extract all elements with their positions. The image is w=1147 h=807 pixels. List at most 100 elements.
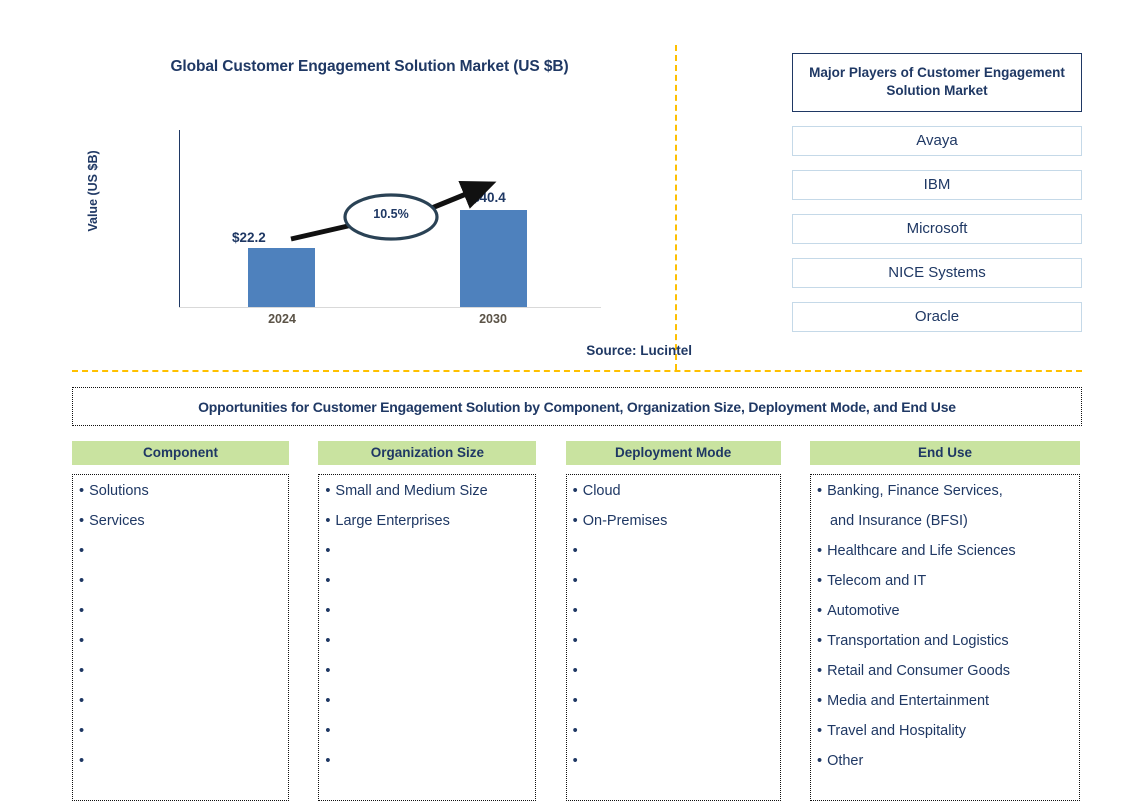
opportunity-column-organization-size: Organization Size • Small and Medium Size… (318, 441, 537, 801)
major-players-panel: Major Players of Customer Engagement Sol… (792, 53, 1082, 333)
bullet-item-empty: • (572, 693, 774, 724)
bullet-item: • Large Enterprises (325, 513, 529, 544)
bullet-label: Telecom and IT (827, 573, 927, 589)
bullet-dot-icon: • (572, 603, 578, 619)
bullet-item-empty: • (572, 543, 774, 574)
bullet-dot-icon: • (816, 663, 823, 679)
chart-plot-area: Value (US $B) $22.2 $40.4 2024 2030 10.5… (72, 100, 667, 330)
bullet-item: • Travel and Hospitality (816, 723, 1073, 754)
bullet-item: and Insurance (BFSI) (817, 513, 1073, 544)
bullet-dot-icon: • (325, 513, 331, 529)
bullet-label: Travel and Hospitality (827, 723, 966, 739)
bullet-item-empty: • (572, 723, 774, 754)
column-header: Organization Size (318, 441, 537, 465)
bullet-item: • Banking, Finance Services, (817, 483, 1073, 514)
bullet-item-empty: • (572, 573, 774, 604)
bullet-dot-icon: • (816, 543, 823, 559)
column-body: • Solutions • Services • • • • • • • • (72, 474, 289, 801)
bullet-item-empty: • (325, 723, 529, 754)
bullet-item: • Healthcare and Life Sciences (816, 543, 1073, 574)
bullet-dot-icon: • (325, 573, 331, 589)
bullet-item: • Retail and Consumer Goods (816, 663, 1073, 694)
bullet-label: Transportation and Logistics (827, 633, 1009, 649)
major-players-header: Major Players of Customer Engagement Sol… (792, 53, 1082, 113)
bullet-dot-icon: • (572, 753, 578, 769)
bullet-label: Large Enterprises (335, 513, 450, 529)
bullet-dot-icon: • (79, 513, 85, 529)
opportunities-title: Opportunities for Customer Engagement So… (198, 398, 956, 415)
bullet-dot-icon: • (816, 753, 823, 769)
market-size-chart-panel: Global Customer Engagement Solution Mark… (72, 45, 692, 365)
bullet-dot-icon: • (79, 573, 85, 589)
bullet-dot-icon: • (325, 693, 331, 709)
bullet-item: • Cloud (572, 483, 774, 514)
bullet-item: • Solutions (79, 483, 282, 514)
column-header: End Use (809, 441, 1080, 465)
bullet-label: Other (827, 753, 864, 769)
bullet-item-empty: • (79, 663, 282, 694)
opportunity-columns: Component • Solutions • Services • • • • • • • • Or… (72, 441, 1080, 801)
bullet-dot-icon: • (325, 753, 331, 769)
bullet-dot-icon: • (79, 483, 85, 499)
bullet-dot-icon: • (325, 483, 331, 499)
bullet-item-empty: • (325, 603, 529, 634)
horizontal-dashed-divider (72, 370, 1082, 372)
bullet-item-empty: • (79, 603, 282, 634)
bullet-item-empty: • (572, 603, 774, 634)
opportunities-section: Opportunities for Customer Engagement So… (0, 378, 1147, 807)
bullet-item: • Services (79, 513, 282, 544)
source-label: Source: Lucintel (586, 343, 692, 358)
bullet-item: • Transportation and Logistics (816, 633, 1073, 664)
bullet-dot-icon: • (572, 543, 578, 559)
bullet-dot-icon: • (572, 693, 578, 709)
player-row: IBM (792, 170, 1082, 201)
top-section: Global Customer Engagement Solution Mark… (0, 0, 1147, 372)
bullet-dot-icon: • (572, 723, 578, 739)
column-header: Component (72, 441, 289, 465)
bullet-item-empty: • (572, 663, 774, 694)
bullet-dot-icon: • (325, 603, 331, 619)
vertical-dashed-divider (675, 45, 677, 370)
bullet-label: Automotive (827, 603, 900, 619)
bullet-dot-icon: • (79, 543, 85, 559)
player-row: Avaya (792, 126, 1082, 157)
bullet-dot-icon: • (79, 723, 85, 739)
bullet-dot-icon: • (816, 573, 823, 589)
bullet-item-empty: • (325, 573, 529, 604)
bullet-label: Media and Entertainment (827, 693, 990, 709)
bullet-dot-icon: • (816, 633, 823, 649)
bullet-label: Cloud (582, 483, 621, 499)
bullet-item-empty: • (325, 693, 529, 724)
opportunities-title-box: Opportunities for Customer Engagement So… (72, 387, 1082, 426)
bullet-dot-icon: • (325, 633, 331, 649)
bullet-dot-icon: • (816, 723, 823, 739)
bullet-item-empty: • (79, 723, 282, 754)
column-header: Deployment Mode (565, 441, 781, 465)
bullet-label: Solutions (89, 483, 149, 499)
bullet-label: Healthcare and Life Sciences (827, 543, 1016, 559)
bullet-dot-icon: • (572, 483, 578, 499)
opportunity-column-end-use: End Use • Banking, Finance Services, and I… (809, 441, 1080, 801)
bullet-dot-icon: • (572, 633, 578, 649)
bullet-item-empty: • (572, 753, 774, 784)
opportunity-column-component: Component • Solutions • Services • • • • • • • • (72, 441, 289, 801)
chart-title: Global Customer Engagement Solution Mark… (170, 58, 569, 75)
player-row: NICE Systems (792, 258, 1082, 289)
bullet-item-empty: • (325, 753, 529, 784)
bullet-label: On-Premises (582, 513, 668, 529)
bullet-label: Retail and Consumer Goods (827, 663, 1011, 679)
bullet-item-empty: • (79, 543, 282, 574)
bullet-dot-icon: • (572, 663, 578, 679)
bullet-item: • On-Premises (573, 513, 774, 544)
bullet-dot-icon: • (816, 693, 823, 709)
bullet-item-empty: • (325, 543, 529, 574)
bullet-dot-icon: • (79, 663, 85, 679)
player-row: Oracle (792, 302, 1082, 333)
bullet-item-empty: • (79, 633, 282, 664)
bullet-dot-icon: • (79, 753, 85, 769)
bullet-label: Small and Medium Size (335, 483, 488, 499)
bullet-item-empty: • (572, 633, 774, 664)
bullet-item-empty: • (325, 663, 529, 694)
bullet-dot-icon: • (572, 573, 578, 589)
bullet-item: • Small and Medium Size (325, 483, 529, 514)
